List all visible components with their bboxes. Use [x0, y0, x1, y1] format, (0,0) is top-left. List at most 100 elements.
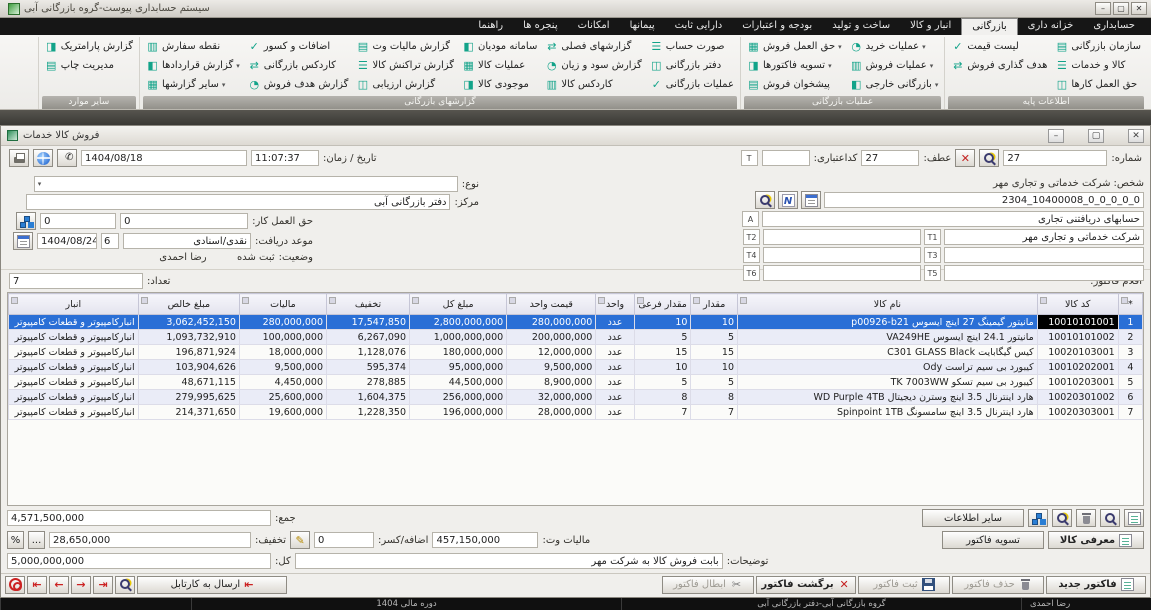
- commission-tree-button[interactable]: [16, 212, 36, 230]
- due-calendar-button[interactable]: [13, 232, 33, 250]
- cancel-number-button[interactable]: ✕: [955, 149, 975, 167]
- register-invoice-button[interactable]: ثبت فاکتور: [858, 576, 950, 594]
- grid-cell-qty[interactable]: 10: [691, 315, 738, 330]
- settle-invoice-button[interactable]: تسویه فاکتور: [942, 531, 1044, 549]
- grid-cell-disc[interactable]: 17,547,850: [327, 315, 410, 330]
- items-grid[interactable]: *کد کالانام کالامقدارمقدار فرعیواحدقیمت …: [8, 293, 1143, 420]
- grid-cell-n[interactable]: 7: [1118, 405, 1142, 420]
- grid-cell-code[interactable]: 10020303001: [1037, 405, 1118, 420]
- preview-button[interactable]: [1100, 509, 1120, 527]
- grid-cell-tax[interactable]: 9,500,000: [239, 360, 326, 375]
- print-button[interactable]: [9, 149, 29, 167]
- menu-tab-0[interactable]: حسابداری: [1083, 18, 1145, 35]
- next-record-button[interactable]: →: [71, 576, 91, 594]
- void-invoice-button[interactable]: ✂ ابطال فاکتور: [662, 576, 754, 594]
- grid-cell-qty[interactable]: 10: [691, 360, 738, 375]
- column-header-name[interactable]: نام کالا: [738, 294, 1038, 315]
- grid-cell-n[interactable]: 1: [1118, 315, 1142, 330]
- t5-field[interactable]: [944, 265, 1144, 281]
- grid-cell-qty[interactable]: 8: [691, 390, 738, 405]
- grid-cell-tax[interactable]: 19,600,000: [239, 405, 326, 420]
- t3-tag[interactable]: T3: [924, 247, 941, 263]
- ribbon-item[interactable]: ☰صورت حساب: [647, 37, 737, 56]
- grid-cell-subqty[interactable]: 10: [634, 315, 691, 330]
- close-icon[interactable]: ✕: [1131, 2, 1147, 15]
- adjust-field[interactable]: 0: [314, 532, 374, 548]
- grid-cell-subqty[interactable]: 7: [634, 405, 691, 420]
- other-info-button[interactable]: سایر اطلاعات: [922, 509, 1024, 527]
- ribbon-item[interactable]: ☰گزارش تراکنش کالا: [353, 56, 457, 75]
- t2-tag[interactable]: T2: [743, 229, 760, 245]
- grid-cell-qty[interactable]: 15: [691, 345, 738, 360]
- table-row[interactable]: 710020303001هارد اینترنال 3.5 اینچ سامسو…: [9, 405, 1143, 420]
- grid-cell-subqty[interactable]: 8: [634, 390, 691, 405]
- grid-cell-total[interactable]: 196,000,000: [410, 405, 507, 420]
- time-field[interactable]: 11:07:37: [251, 150, 319, 166]
- grid-cell-name[interactable]: مانیتور 24.1 اینچ ایسوس VA249HE: [738, 330, 1038, 345]
- grid-cell-net[interactable]: 48,671,115: [138, 375, 239, 390]
- grid-cell-n[interactable]: 6: [1118, 390, 1142, 405]
- first-record-button[interactable]: ⇤: [27, 576, 47, 594]
- grid-cell-qty[interactable]: 5: [691, 330, 738, 345]
- new-invoice-button[interactable]: فاکتور جدید: [1046, 576, 1146, 594]
- grid-cell-n[interactable]: 3: [1118, 345, 1142, 360]
- grid-cell-code[interactable]: 10010203001: [1037, 375, 1118, 390]
- column-header-qty[interactable]: مقدار: [691, 294, 738, 315]
- grid-cell-total[interactable]: 180,000,000: [410, 345, 507, 360]
- column-header-code[interactable]: کد کالا: [1037, 294, 1118, 315]
- grid-cell-tax[interactable]: 18,000,000: [239, 345, 326, 360]
- grid-cell-name[interactable]: هارد اینترنال 3.5 اینچ سامسونگ Spinpoint…: [738, 405, 1038, 420]
- grid-cell-name[interactable]: مانیتور گیمینگ 27 اینچ ایسوس p00926-b21: [738, 315, 1038, 330]
- ribbon-item[interactable]: ▥عملیات فروش▾: [847, 56, 942, 75]
- ribbon-item[interactable]: ✓عملیات بازرگانی: [647, 75, 737, 94]
- notes-field[interactable]: بابت فروش کالا به شرکت مهر: [295, 553, 723, 569]
- menu-tab-10[interactable]: راهنما: [468, 18, 513, 35]
- ribbon-item[interactable]: ◔عملیات خرید▾: [847, 37, 942, 56]
- menu-tab-1[interactable]: خزانه داری: [1018, 18, 1084, 35]
- ribbon-item[interactable]: ⇄گزارشهای فصلی: [542, 37, 644, 56]
- grid-cell-net[interactable]: 214,371,650: [138, 405, 239, 420]
- table-row[interactable]: 410010202001کیبورد بی سیم تراست Ody1010ع…: [9, 360, 1143, 375]
- commission-field-1[interactable]: 0: [120, 213, 248, 229]
- column-header-subqty[interactable]: مقدار فرعی: [634, 294, 691, 315]
- detail-button[interactable]: [801, 191, 821, 209]
- find-invoice-button[interactable]: [979, 149, 999, 167]
- number-field[interactable]: 27: [1003, 150, 1107, 166]
- other-info-tree-button[interactable]: [1028, 509, 1048, 527]
- ribbon-item[interactable]: ◨موجودی کالا: [459, 75, 540, 94]
- date-field[interactable]: 1404/08/18: [81, 150, 247, 166]
- grid-cell-store[interactable]: انبارکامپیوتر و قطعات کامپیوتر: [9, 375, 139, 390]
- grid-cell-total[interactable]: 1,000,000,000: [410, 330, 507, 345]
- grid-cell-code[interactable]: 10020301002: [1037, 390, 1118, 405]
- a-tag[interactable]: A: [742, 211, 759, 227]
- ribbon-item[interactable]: ◔گزارش هدف فروش: [245, 75, 352, 94]
- ribbon-item[interactable]: ▤سازمان بازرگانی: [1052, 37, 1144, 56]
- column-header-net[interactable]: مبلغ خالص: [138, 294, 239, 315]
- ribbon-item[interactable]: ◧گزارش قراردادها▾: [143, 56, 243, 75]
- discount-percent-button[interactable]: %: [7, 531, 24, 549]
- document-button[interactable]: [1124, 509, 1144, 527]
- column-header-tax[interactable]: مالیات: [239, 294, 326, 315]
- adjust-edit-button[interactable]: ✎: [290, 531, 310, 549]
- grid-cell-total[interactable]: 2,800,000,000: [410, 315, 507, 330]
- phone-button[interactable]: ✆: [57, 149, 77, 167]
- return-invoice-button[interactable]: ✕ برگشت فاکتور: [756, 576, 856, 594]
- grid-cell-store[interactable]: انبارکامپیوتر و قطعات کامپیوتر: [9, 315, 139, 330]
- t1-field[interactable]: شرکت خدماتی و تجاری مهر: [944, 229, 1144, 245]
- grid-cell-qty[interactable]: 5: [691, 375, 738, 390]
- menu-tab-6[interactable]: دارایی ثابت: [665, 18, 733, 35]
- t2-field[interactable]: [763, 229, 921, 245]
- t4-field[interactable]: [763, 247, 921, 263]
- menu-tab-2[interactable]: بازرگانی: [961, 18, 1017, 35]
- grid-cell-disc[interactable]: 595,374: [327, 360, 410, 375]
- ribbon-item[interactable]: ▤مدیریت چاپ: [42, 56, 136, 75]
- grid-cell-unit[interactable]: عدد: [596, 315, 634, 330]
- ref-field[interactable]: 27: [861, 150, 919, 166]
- ribbon-item[interactable]: ▥نقطه سفارش: [143, 37, 243, 56]
- column-header-store[interactable]: انبار: [9, 294, 139, 315]
- grid-cell-price[interactable]: 280,000,000: [507, 315, 596, 330]
- ribbon-item[interactable]: ▦حق العمل فروش▾: [744, 37, 845, 56]
- grid-cell-price[interactable]: 28,000,000: [507, 405, 596, 420]
- t3-field[interactable]: [944, 247, 1144, 263]
- table-row[interactable]: 110010101001مانیتور گیمینگ 27 اینچ ایسوس…: [9, 315, 1143, 330]
